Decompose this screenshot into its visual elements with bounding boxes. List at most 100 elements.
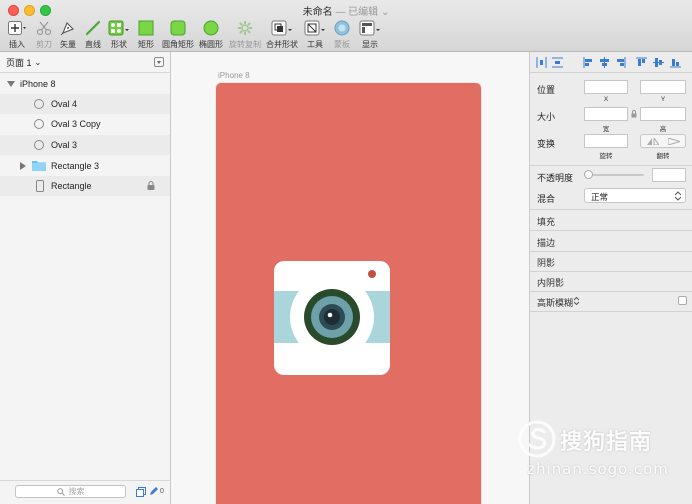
shadows-section[interactable]: 阴影 — [537, 256, 555, 269]
artboard-iphone8[interactable] — [216, 83, 481, 504]
pages-toggle-icon[interactable] — [154, 57, 164, 67]
opacity-input[interactable] — [652, 168, 686, 182]
flip-control[interactable] — [640, 134, 686, 148]
search-icon — [56, 487, 65, 496]
copy-layer-icon[interactable] — [136, 487, 146, 497]
edit-pencil-icon[interactable] — [149, 487, 158, 496]
flip-horizontal-icon[interactable] — [647, 138, 659, 145]
layer-oval-3[interactable]: Oval 3 — [0, 135, 170, 155]
rotate-copies-icon — [238, 21, 252, 35]
rounded-rectangle-label: 圆角矩形 — [162, 40, 194, 49]
oval-tool-button[interactable]: 椭圆形 — [196, 19, 226, 50]
align-top-icon[interactable] — [636, 57, 647, 68]
width-input[interactable] — [584, 107, 628, 121]
edited-status: — 已编辑 — [335, 7, 379, 18]
align-bottom-icon[interactable] — [670, 57, 681, 68]
shapes-tool-button[interactable]: 形状 — [104, 19, 134, 50]
selection-count: 0 — [160, 488, 164, 495]
layer-oval-4[interactable]: Oval 4 — [0, 94, 170, 114]
disclosure-closed-icon[interactable] — [20, 162, 26, 170]
layer-group-rectangle-3[interactable]: Rectangle 3 — [0, 156, 170, 176]
sketch-app-window: 未命名 — 已编辑 ⌄ 插入 剪刀 矢量 直线 形状 矩形 圆角矩形 椭圆形 旋… — [0, 0, 692, 504]
window-title: 未命名 — 已编辑 ⌄ — [0, 3, 692, 18]
camera-icon-artwork[interactable] — [274, 261, 390, 375]
opacity-label: 不透明度 — [537, 173, 574, 183]
align-center-horizontal-icon[interactable] — [599, 57, 610, 68]
opacity-slider-track[interactable] — [584, 174, 644, 176]
rotation-input[interactable] — [584, 134, 628, 148]
align-left-icon[interactable] — [583, 57, 594, 68]
line-icon — [85, 20, 101, 36]
rectangle-layer-icon — [36, 180, 44, 192]
divider — [530, 251, 692, 252]
rounded-rectangle-tool-button[interactable]: 圆角矩形 — [162, 19, 194, 50]
search-placeholder: 搜索 — [68, 487, 85, 496]
divider — [530, 291, 692, 292]
lock-icon[interactable] — [147, 181, 155, 190]
pages-header[interactable]: 页面 1 ⌄ — [0, 52, 170, 73]
layer-name: Oval 3 Copy — [51, 119, 101, 129]
page-selector-caret[interactable]: ⌄ — [35, 58, 42, 67]
combine-shapes-tool-button[interactable]: 合并形状 — [266, 19, 298, 50]
disclosure-open-icon[interactable] — [7, 81, 15, 87]
document-name: 未命名 — [302, 7, 333, 18]
rectangle-label: 矩形 — [138, 40, 154, 49]
layer-rectangle[interactable]: Rectangle — [0, 176, 170, 196]
distribute-vertical-icon[interactable] — [552, 57, 563, 68]
layer-name: Rectangle — [51, 181, 92, 191]
combine-shapes-icon — [271, 20, 292, 36]
distribute-horizontal-icon[interactable] — [536, 57, 547, 68]
oval-icon — [203, 20, 219, 36]
blending-label: 混合 — [537, 194, 556, 204]
tools-tool-button[interactable]: 工具 — [300, 19, 330, 50]
canvas[interactable]: iPhone 8 — [171, 52, 529, 504]
blending-select[interactable]: 正常 — [584, 188, 686, 203]
view-tool-button[interactable]: 显示 — [355, 19, 385, 50]
vector-label: 矢量 — [60, 40, 76, 49]
layer-oval-3-copy[interactable]: Oval 3 Copy — [0, 114, 170, 134]
position-y-input[interactable] — [640, 80, 686, 94]
fills-section[interactable]: 填充 — [537, 215, 555, 228]
oval-layer-icon — [34, 119, 44, 129]
position-x-input[interactable] — [584, 80, 628, 94]
rectangle-icon — [138, 20, 154, 36]
rectangle-tool-button[interactable]: 矩形 — [131, 19, 161, 50]
opacity-slider-thumb[interactable] — [584, 170, 593, 179]
rounded-rectangle-icon — [170, 20, 186, 36]
title-bar: 未命名 — 已编辑 ⌄ 插入 剪刀 矢量 直线 形状 矩形 圆角矩形 椭圆形 旋… — [0, 0, 692, 52]
layers-panel: 页面 1 ⌄ iPhone 8 Oval 4 Oval 3 Copy Oval … — [0, 52, 171, 504]
mask-icon — [334, 20, 350, 36]
y-caption: Y — [660, 96, 666, 103]
align-right-icon[interactable] — [615, 57, 626, 68]
layer-name: Oval 4 — [51, 99, 78, 109]
rotate-copies-tool-button[interactable]: 旋转复制 — [229, 19, 261, 50]
gaussian-blur-checkbox[interactable] — [678, 296, 687, 305]
position-label: 位置 — [537, 85, 556, 95]
title-caret[interactable]: ⌄ — [381, 7, 389, 18]
constrain-proportions-lock-icon[interactable] — [631, 110, 637, 118]
borders-section[interactable]: 描边 — [537, 236, 555, 249]
inner-shadows-section[interactable]: 内阴影 — [537, 276, 564, 289]
insert-label: 插入 — [9, 40, 25, 49]
plus-icon — [8, 21, 26, 35]
watermark-text: 搜狗指南 — [560, 429, 653, 454]
layer-name: iPhone 8 — [20, 79, 56, 89]
rotate-caption: 旋转 — [599, 153, 613, 160]
gaussian-blur-label[interactable]: 高斯模糊 — [537, 296, 573, 309]
layer-search-input[interactable]: 搜索 — [15, 485, 126, 498]
layer-artboard-iphone8[interactable]: iPhone 8 — [0, 74, 170, 94]
shapes-label: 形状 — [111, 40, 127, 49]
divider — [530, 271, 692, 272]
artboard-title[interactable]: iPhone 8 — [218, 71, 250, 80]
insert-tool-button[interactable]: 插入 — [2, 19, 32, 50]
flip-caption: 翻转 — [656, 153, 670, 160]
page-selector[interactable]: 页面 1 — [6, 56, 32, 69]
mask-tool-button[interactable]: 蒙板 — [327, 19, 357, 50]
size-label: 大小 — [537, 112, 556, 122]
height-input[interactable] — [640, 107, 686, 121]
transform-label: 变换 — [537, 139, 556, 149]
blur-type-arrows-icon[interactable] — [574, 297, 579, 305]
sogou-logo-icon — [518, 420, 556, 458]
flip-vertical-icon[interactable] — [668, 138, 680, 145]
align-middle-icon[interactable] — [653, 57, 664, 68]
